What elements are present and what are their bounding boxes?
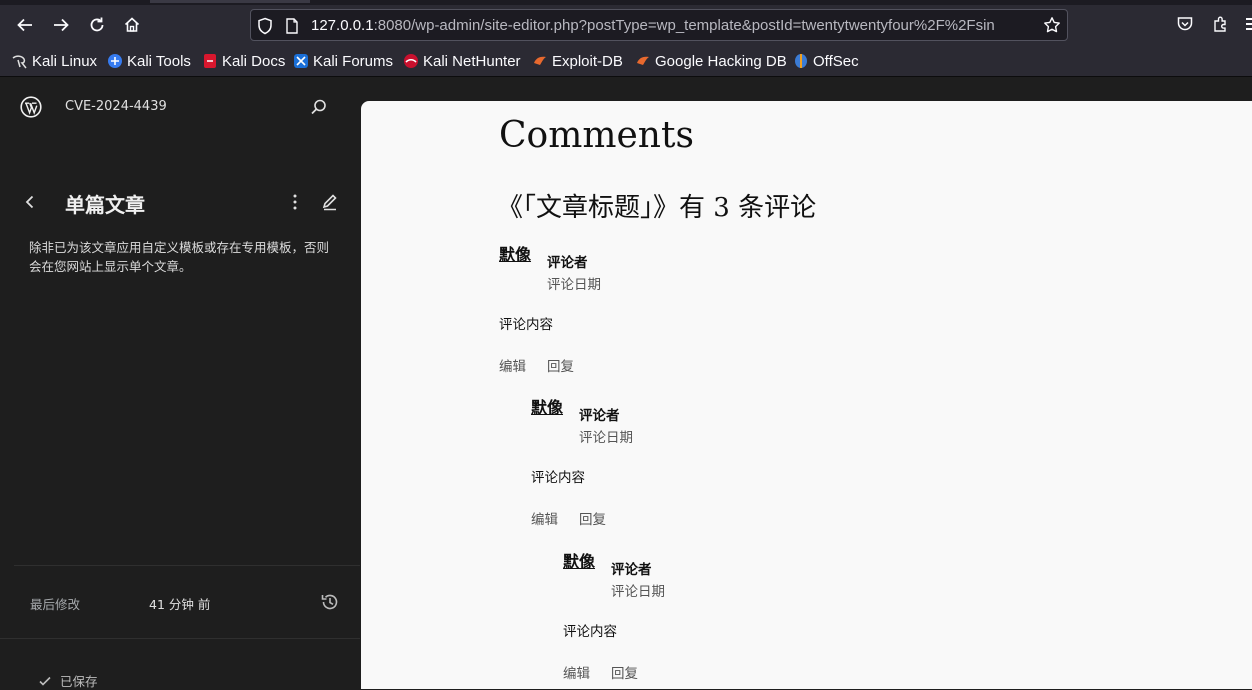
comment-content: 评论内容 (499, 317, 553, 333)
comment-reply-link[interactable]: 回复 (611, 662, 638, 682)
active-tab-indicator[interactable] (150, 0, 310, 3)
kali-dragon-icon (12, 53, 28, 69)
bookmark-label: Kali Tools (127, 52, 191, 70)
comment-edit-link[interactable]: 编辑 (499, 355, 526, 375)
bookmark-kali-tools[interactable]: Kali Tools (107, 51, 191, 71)
comment-edit-link[interactable]: 编辑 (531, 508, 558, 528)
template-title: 单篇文章 (65, 193, 145, 217)
last-modified-value: 41 分钟 前 (149, 597, 211, 612)
bookmark-label: Kali Linux (32, 52, 98, 70)
revisions-history-icon[interactable] (320, 592, 340, 616)
pencil-edit-icon[interactable] (321, 193, 339, 215)
bookmark-offsec[interactable]: OffSec (793, 51, 859, 71)
comment-reply-link[interactable]: 回复 (579, 508, 606, 528)
site-editor-sidebar: CVE-2024-4439 单篇文章 除非已为该文章应用自定义模板或存在专用模板… (0, 77, 360, 689)
bookmark-kali-nethunter[interactable]: Kali NetHunter (403, 51, 521, 71)
kali-nethunter-icon (403, 53, 419, 69)
kali-docs-icon (202, 53, 218, 69)
comments-count-title[interactable]: 《「文章标题」》有 3 条评论 (497, 187, 816, 224)
back-chevron-icon[interactable] (22, 194, 38, 214)
bookmark-google-hacking-db[interactable]: Google Hacking DB (635, 51, 787, 71)
site-name[interactable]: CVE-2024-4439 (65, 99, 167, 114)
comment-author: 评论者 (579, 408, 620, 424)
ghdb-icon (635, 53, 651, 69)
editor-canvas[interactable]: Comments 《「文章标题」》有 3 条评论 默像 评论者 评论日期 评论内… (361, 101, 1252, 689)
forward-arrow-icon[interactable] (49, 13, 73, 37)
template-description: 除非已为该文章应用自定义模板或存在专用模板，否则会在您网站上显示单个文章。 (29, 240, 330, 274)
url-text[interactable]: 127.0.0.1:8080/wp-admin/site-editor.php?… (311, 16, 1031, 36)
kali-forums-icon (293, 53, 309, 69)
bookmarks-toolbar: Kali Linux Kali Tools Kali Docs Kali For… (0, 45, 1252, 77)
saved-label: 已保存 (60, 674, 98, 689)
url-path: :8080/wp-admin/site-editor.php?postType=… (373, 17, 995, 34)
comment-edit-link[interactable]: 编辑 (563, 662, 590, 682)
last-modified-label: 最后修改 (30, 597, 81, 612)
checkmark-icon (39, 676, 51, 686)
browser-toolbar: 127.0.0.1:8080/wp-admin/site-editor.php?… (0, 5, 1252, 45)
bookmark-label: OffSec (813, 52, 859, 70)
divider (0, 638, 360, 639)
extensions-icon[interactable] (1212, 15, 1230, 37)
comment-avatar: 默像 (563, 552, 596, 571)
bookmark-label: Kali Forums (313, 52, 394, 70)
saved-status: 已保存 (38, 671, 98, 690)
back-arrow-icon[interactable] (13, 13, 37, 37)
kali-tools-icon (107, 53, 123, 69)
comment-avatar: 默像 (531, 398, 564, 417)
home-icon[interactable] (120, 13, 144, 37)
url-bar[interactable]: 127.0.0.1:8080/wp-admin/site-editor.php?… (250, 9, 1068, 41)
bookmark-label: Kali NetHunter (423, 52, 521, 70)
menu-icon[interactable] (1246, 15, 1252, 37)
bookmark-label: Exploit-DB (552, 52, 623, 70)
bookmark-kali-forums[interactable]: Kali Forums (293, 51, 393, 71)
comment-date: 评论日期 (547, 277, 601, 293)
bookmark-label: Kali Docs (222, 52, 286, 70)
reload-icon[interactable] (85, 13, 109, 37)
comment-author: 评论者 (611, 562, 652, 578)
offsec-icon (793, 53, 809, 69)
search-icon[interactable] (309, 97, 329, 121)
bookmark-kali-docs[interactable]: Kali Docs (202, 51, 285, 71)
comment-author: 评论者 (547, 255, 588, 271)
bookmark-exploit-db[interactable]: Exploit-DB (532, 51, 623, 71)
url-host: 127.0.0.1 (311, 17, 374, 34)
page-info-icon[interactable] (285, 18, 299, 38)
exploit-db-icon (532, 53, 548, 69)
tracking-shield-icon[interactable] (257, 17, 273, 39)
bookmark-star-icon[interactable] (1043, 16, 1061, 38)
more-options-icon[interactable] (286, 193, 304, 215)
comment-date: 评论日期 (611, 584, 665, 600)
comment-content: 评论内容 (531, 470, 585, 486)
pocket-icon[interactable] (1176, 15, 1194, 37)
comment-reply-link[interactable]: 回复 (547, 355, 574, 375)
comment-avatar: 默像 (499, 245, 532, 264)
wordpress-logo-icon[interactable] (20, 96, 42, 122)
divider (14, 565, 360, 566)
comment-content: 评论内容 (563, 624, 617, 640)
bookmark-label: Google Hacking DB (655, 52, 787, 70)
comment-date: 评论日期 (579, 430, 633, 446)
comments-heading[interactable]: Comments (499, 115, 694, 156)
bookmark-kali-linux[interactable]: Kali Linux (12, 51, 97, 71)
